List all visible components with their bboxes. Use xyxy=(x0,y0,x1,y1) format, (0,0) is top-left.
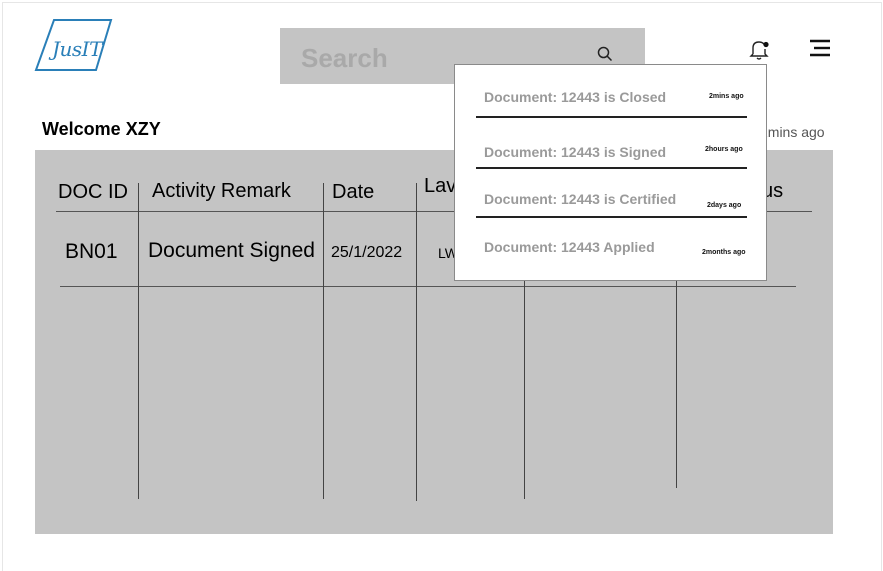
cell-date: 25/1/2022 xyxy=(331,244,403,261)
row-divider xyxy=(60,286,796,287)
menu-icon[interactable] xyxy=(809,39,831,64)
notification-divider xyxy=(476,167,747,169)
notification-divider xyxy=(476,116,747,118)
notification-dropdown: Document: 12443 is Closed 2mins ago Docu… xyxy=(454,64,767,281)
notification-time: 2months ago xyxy=(702,249,746,256)
notification-text: Document: 12443 is Signed xyxy=(484,144,667,160)
partial-timestamp: 2mins ago xyxy=(760,124,825,140)
logo[interactable]: JusIT xyxy=(34,18,114,74)
notification-time: 2mins ago xyxy=(709,93,744,100)
cell-activity-remark: Document Signed xyxy=(148,239,315,262)
welcome-heading: Welcome XZY xyxy=(42,119,161,139)
notification-time: 2days ago xyxy=(707,202,742,209)
cell-doc-id: BN01 xyxy=(65,240,118,263)
column-divider xyxy=(138,183,139,499)
bell-icon[interactable] xyxy=(748,38,770,67)
col-header-lawyer: Lav xyxy=(424,175,457,197)
notification-item[interactable]: Document: 12443 is Certified 2days ago xyxy=(455,171,768,221)
notification-item[interactable]: Document: 12443 is Signed 2hours ago xyxy=(455,121,768,171)
column-divider xyxy=(323,183,324,499)
notification-divider xyxy=(476,216,747,218)
notification-item[interactable]: Document: 12443 is Closed 2mins ago xyxy=(455,65,768,115)
notification-item[interactable]: Document: 12443 Applied 2months ago xyxy=(455,221,768,271)
logo-text: JusIT xyxy=(52,37,102,61)
col-header-date: Date xyxy=(332,181,375,203)
notification-text: Document: 12443 is Certified xyxy=(484,191,677,207)
notification-time: 2hours ago xyxy=(705,146,743,153)
column-divider xyxy=(416,183,417,501)
col-header-activity-remark: Activity Remark xyxy=(152,180,291,202)
search-placeholder: Search xyxy=(301,43,388,73)
notification-text: Document: 12443 is Closed xyxy=(484,89,667,105)
col-header-doc-id: DOC ID xyxy=(58,181,128,203)
notification-text: Document: 12443 Applied xyxy=(484,239,655,255)
